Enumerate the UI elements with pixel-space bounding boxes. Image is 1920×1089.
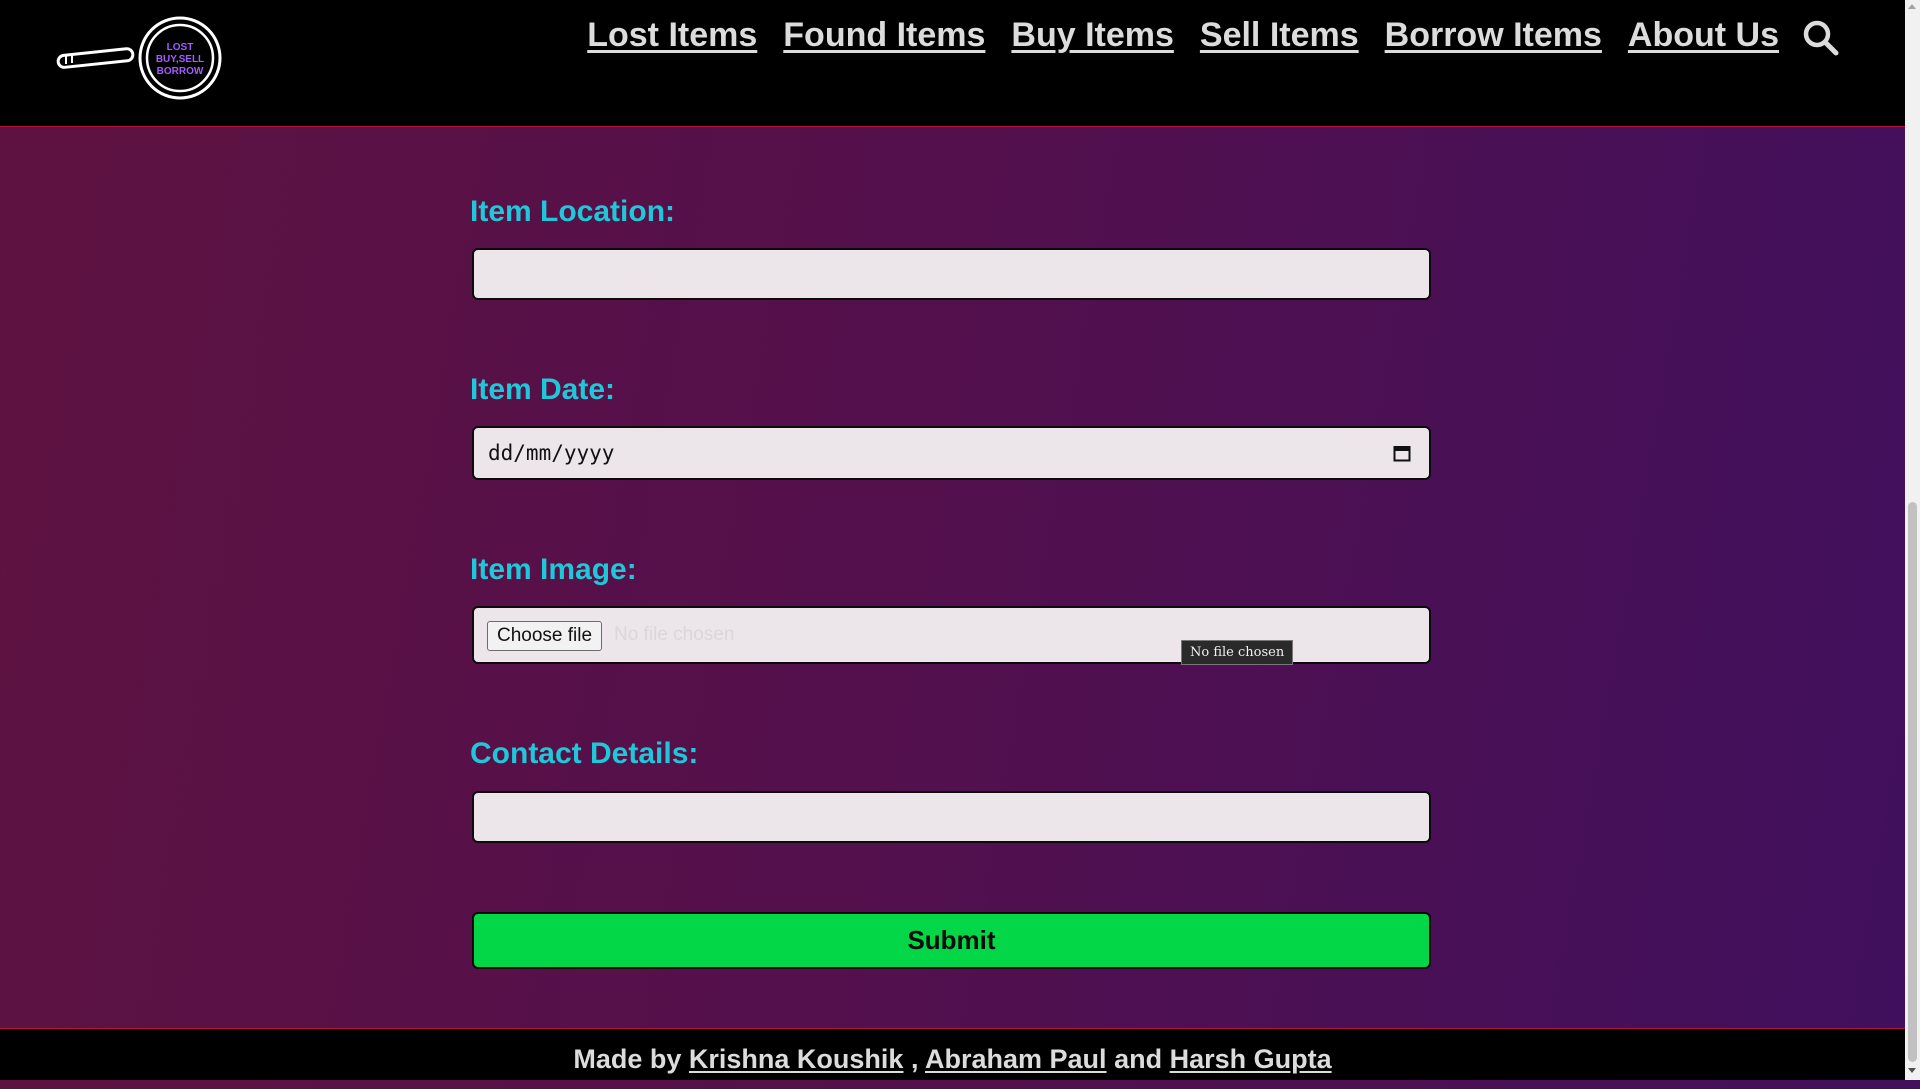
item-image-label: Item Image: — [470, 553, 637, 586]
choose-file-button[interactable]: Choose file — [487, 621, 603, 651]
scrollbar[interactable] — [1905, 0, 1920, 1080]
item-date-label: Item Date: — [470, 373, 616, 406]
logo-line-3: BORROW — [157, 66, 204, 77]
site-footer: Made by Krishna Koushik , Abraham Paul a… — [0, 1028, 1905, 1080]
item-location-label: Item Location: — [470, 195, 676, 228]
item-location-input[interactable] — [472, 248, 1431, 300]
author-abraham-paul-link[interactable]: Abraham Paul — [925, 1044, 1107, 1074]
page: LOST BUY,SELL BORROW Lost Items Found It… — [0, 0, 1905, 1080]
nav-lost-items[interactable]: Lost Items — [587, 16, 757, 55]
contact-details-label: Contact Details: — [470, 737, 699, 770]
scroll-down-arrow-icon[interactable] — [1908, 1068, 1916, 1073]
author-krishna-koushik-link[interactable]: Krishna Koushik — [689, 1044, 904, 1074]
search-icon[interactable] — [1801, 18, 1841, 58]
footer-conjunction: and — [1114, 1044, 1163, 1074]
scroll-up-arrow-icon[interactable] — [1908, 4, 1916, 9]
submit-button[interactable]: Submit — [472, 912, 1431, 969]
item-image-input[interactable]: Choose file No file chosen No file chose… — [472, 606, 1431, 665]
scrollbar-thumb[interactable] — [1908, 502, 1917, 1062]
nav-buy-items[interactable]: Buy Items — [1011, 16, 1174, 55]
nav-borrow-items[interactable]: Borrow Items — [1385, 16, 1602, 55]
file-status-text: No file chosen — [614, 624, 735, 645]
logo-line-2: BUY,SELL — [156, 54, 204, 65]
nav-sell-items[interactable]: Sell Items — [1200, 16, 1359, 55]
footer-prefix: Made by — [573, 1044, 682, 1074]
nav-found-items[interactable]: Found Items — [783, 16, 985, 55]
nav-about-us[interactable]: About Us — [1628, 16, 1779, 55]
site-header: LOST BUY,SELL BORROW Lost Items Found It… — [0, 0, 1905, 127]
logo[interactable]: LOST BUY,SELL BORROW — [56, 14, 226, 102]
logo-line-1: LOST — [167, 42, 194, 53]
calendar-icon[interactable] — [1393, 444, 1411, 462]
author-harsh-gupta-link[interactable]: Harsh Gupta — [1170, 1044, 1332, 1074]
file-tooltip: No file chosen — [1181, 640, 1294, 665]
item-date-input[interactable]: dd/mm/yyyy — [472, 426, 1431, 480]
footer-separator: , — [910, 1044, 919, 1074]
contact-details-input[interactable] — [472, 791, 1431, 843]
date-placeholder: dd/mm/yyyy — [488, 441, 615, 465]
main-nav: Lost Items Found Items Buy Items Sell It… — [587, 16, 1779, 55]
